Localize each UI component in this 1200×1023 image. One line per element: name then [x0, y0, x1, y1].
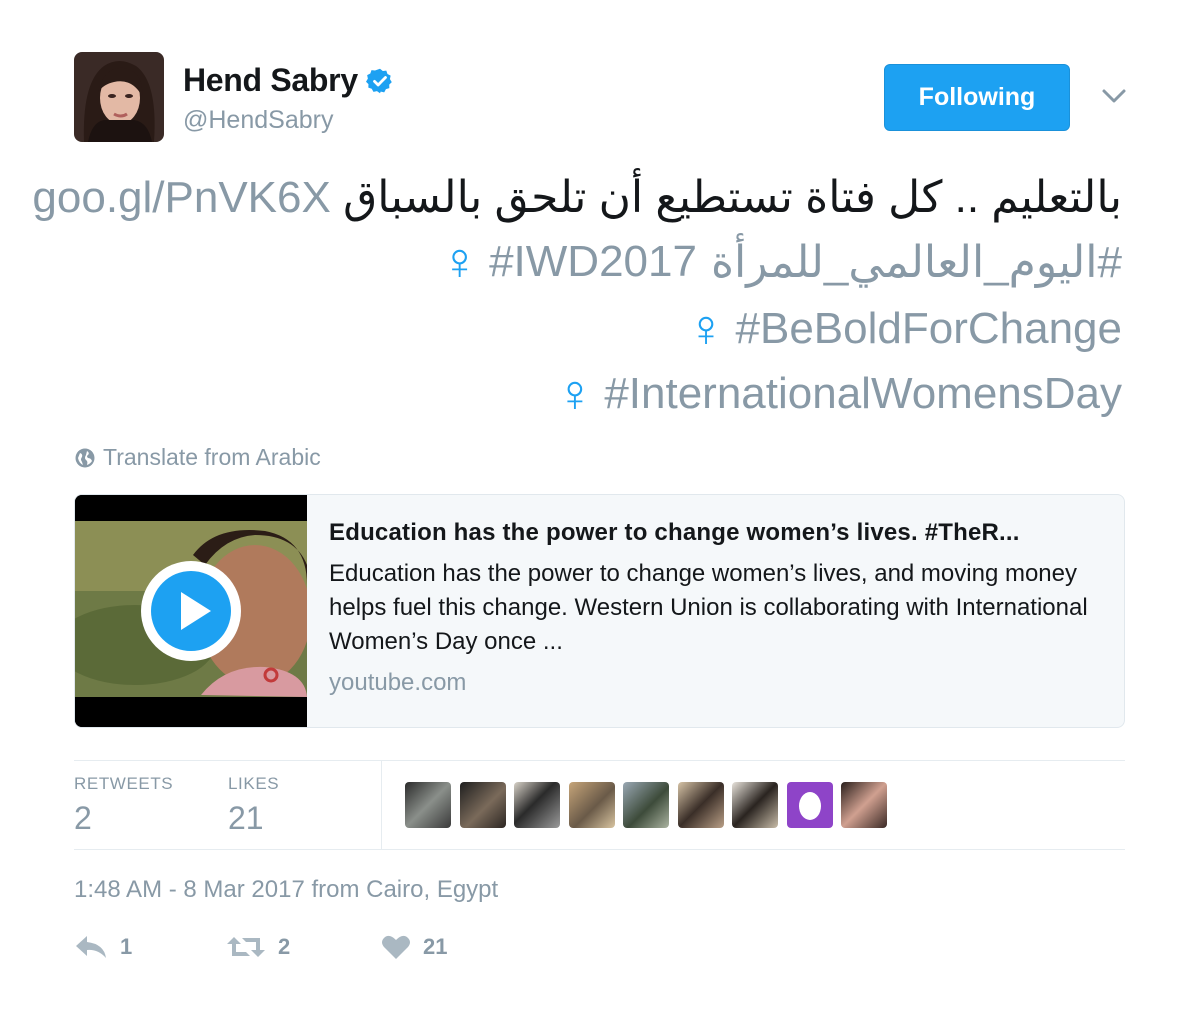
retweets-value: 2: [74, 800, 92, 836]
likes-value: 21: [228, 800, 264, 836]
like-count: 21: [423, 934, 448, 959]
card-body: Education has the power to change women’…: [329, 519, 1104, 697]
divider: [74, 849, 1125, 850]
retweet-count: 2: [278, 934, 291, 959]
tweet-arabic-text: بالتعليم .. كل فتاة تستطيع أن تلحق بالسب…: [343, 173, 1122, 222]
liker-avatar[interactable]: [677, 782, 724, 828]
hashtag-arabic[interactable]: #اليوم_العالمي_للمرأة: [711, 237, 1122, 288]
timestamp-date[interactable]: 1:48 AM - 8 Mar 2017 from: [74, 876, 366, 903]
hashtag-iwd2017[interactable]: #IWD2017: [489, 237, 697, 287]
display-name[interactable]: Hend Sabry: [183, 62, 358, 99]
stats-separator: [381, 761, 382, 849]
likes-stat[interactable]: LIKES 21: [228, 774, 279, 837]
card-domain: youtube.com: [329, 669, 467, 696]
name-row: Hend Sabry: [183, 62, 394, 99]
location-link[interactable]: Cairo, Egypt: [366, 876, 498, 903]
egg-icon: [798, 792, 821, 820]
heart-icon: [382, 935, 410, 959]
card-title: Education has the power to change women’…: [329, 519, 1020, 546]
globe-icon: [74, 447, 96, 469]
female-sign-emoji: ♀: [555, 365, 595, 423]
user-handle[interactable]: @HendSabry: [183, 106, 333, 135]
retweets-stat[interactable]: RETWEETS 2: [74, 774, 173, 837]
tweet-text-line-2: ♀ #IWD2017 #اليوم_العالمي_للمرأة: [440, 236, 1122, 288]
reply-count: 1: [120, 934, 133, 959]
liker-avatar[interactable]: [459, 782, 506, 828]
tweet-actions: 1 2 21: [74, 934, 447, 960]
female-sign-emoji: ♀: [686, 300, 726, 358]
liker-avatar[interactable]: [841, 782, 887, 828]
hashtag-beboldforchange[interactable]: #BeBoldForChange: [736, 304, 1122, 354]
translate-label: Translate from Arabic: [103, 444, 321, 470]
liker-avatar[interactable]: [405, 782, 451, 828]
tweet-text-line-4: ♀ #InternationalWomensDay: [555, 368, 1122, 420]
retweet-button[interactable]: 2: [226, 934, 381, 960]
reply-button[interactable]: 1: [74, 934, 226, 960]
liker-avatar[interactable]: [786, 782, 833, 828]
tweet-timestamp: 1:48 AM - 8 Mar 2017 from Cairo, Egypt: [74, 876, 498, 904]
tweet-text-line-1: goo.gl/PnVK6X بالتعليم .. كل فتاة تستطيع…: [32, 172, 1122, 223]
link-card[interactable]: Education has the power to change women’…: [74, 494, 1125, 728]
play-icon[interactable]: [139, 559, 243, 663]
likes-label: LIKES: [228, 774, 280, 793]
retweets-label: RETWEETS: [74, 774, 174, 793]
avatar[interactable]: [74, 52, 164, 142]
card-description: Education has the power to change women’…: [329, 560, 1088, 655]
chevron-down-icon[interactable]: [1100, 84, 1128, 113]
liker-avatar[interactable]: [568, 782, 615, 828]
verified-badge-icon: [365, 67, 394, 95]
liker-avatar[interactable]: [623, 782, 669, 828]
reply-icon: [76, 936, 106, 958]
liker-avatar[interactable]: [514, 782, 560, 828]
divider: [74, 760, 1125, 761]
hashtag-internationalwomensday[interactable]: #InternationalWomensDay: [604, 369, 1122, 419]
tweet-link[interactable]: goo.gl/PnVK6X: [32, 173, 330, 222]
following-button[interactable]: Following: [884, 64, 1070, 131]
video-thumbnail[interactable]: [75, 495, 307, 727]
retweet-icon: [227, 937, 265, 957]
like-button[interactable]: 21: [381, 934, 447, 960]
tweet-container: Hend Sabry @HendSabry Following goo.gl/P…: [0, 0, 1200, 1023]
likers-avatars: [405, 782, 896, 828]
tweet-text-line-3: ♀ #BeBoldForChange: [687, 303, 1122, 355]
liker-avatar[interactable]: [732, 782, 778, 828]
female-sign-emoji: ♀: [440, 233, 480, 291]
translate-link[interactable]: Translate from Arabic: [74, 444, 321, 471]
